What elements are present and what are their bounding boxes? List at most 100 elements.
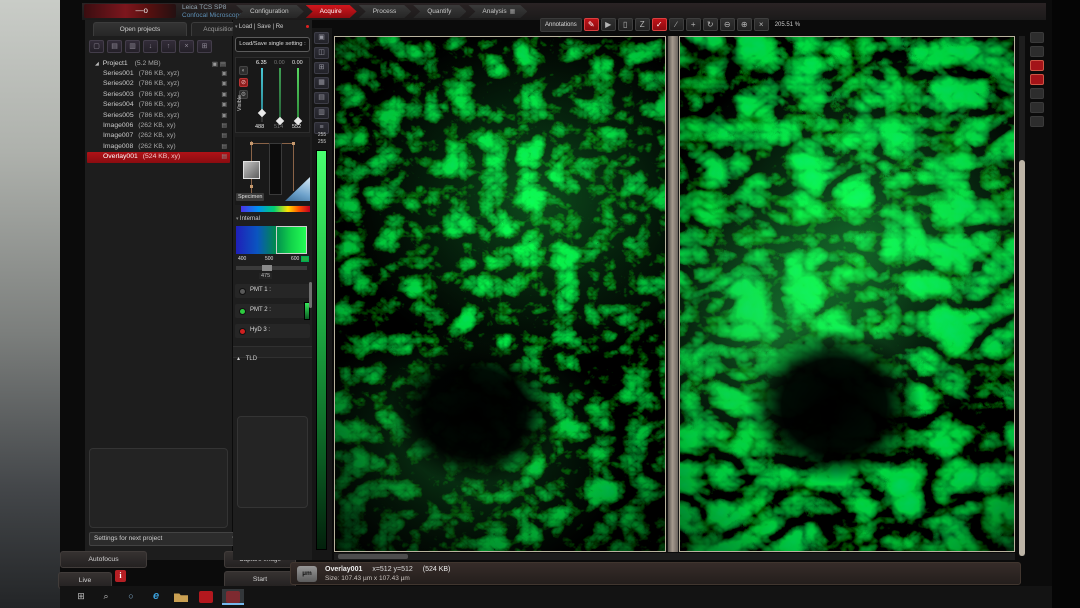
active-app-icon[interactable] bbox=[222, 589, 244, 605]
detector-state-icon[interactable] bbox=[239, 328, 246, 335]
project-tree-item[interactable]: Series002(786 KB, xyz) ▣ bbox=[87, 79, 230, 89]
channels-icon[interactable]: ▤ bbox=[314, 92, 329, 104]
select-annotation-icon[interactable]: ▶ bbox=[601, 18, 616, 31]
detection-spectrum-display[interactable] bbox=[236, 226, 307, 254]
expand-caret-icon[interactable]: ◢ bbox=[95, 61, 99, 67]
file-explorer-icon[interactable] bbox=[172, 589, 190, 605]
detector-row-hyd3[interactable]: HyD 3 : bbox=[235, 324, 310, 338]
project-tree-item[interactable]: Image006(262 KB, xy) ▤ bbox=[87, 121, 230, 131]
gate-slider[interactable] bbox=[236, 266, 307, 270]
project-tree-item[interactable]: Series004(786 KB, xyz) ▣ bbox=[87, 100, 230, 110]
item-type-icon: ▣ bbox=[221, 90, 227, 100]
project-tree-item[interactable]: Series005(786 KB, xyz) ▣ bbox=[87, 111, 230, 121]
start-button-icon[interactable]: ⊞ bbox=[72, 589, 90, 605]
project-root-row[interactable]: ◢ Project1 (5.2 MB) ▣▤ bbox=[87, 58, 230, 69]
load-save-single-setting-button[interactable]: Load/Save single setting : bbox=[235, 37, 310, 52]
z-position-icon[interactable]: Z bbox=[635, 18, 650, 31]
autofocus-button[interactable]: Autofocus bbox=[60, 551, 147, 568]
cortana-icon[interactable]: ○ bbox=[122, 589, 140, 605]
detection-range-selection[interactable] bbox=[276, 226, 307, 254]
draw-annotation-icon[interactable]: ✎ bbox=[584, 18, 599, 31]
project-tree-item[interactable]: Series001(786 KB, xyz) ▣ bbox=[87, 69, 230, 79]
export-icon[interactable]: ↓ bbox=[143, 40, 158, 53]
single-view-icon[interactable]: ▣ bbox=[314, 32, 329, 44]
pan-icon[interactable]: + bbox=[686, 18, 701, 31]
item-type-icon: ▣ bbox=[221, 111, 227, 121]
info-icon[interactable]: i bbox=[115, 570, 126, 582]
internal-section-header[interactable]: ▾ Internal bbox=[236, 216, 260, 222]
viewer-option-4[interactable] bbox=[1030, 102, 1044, 113]
project-tree-item[interactable]: Image008(262 KB, xy) ▤ bbox=[87, 142, 230, 152]
horizontal-scrollbar[interactable] bbox=[338, 554, 408, 559]
fluorescence-image-right[interactable] bbox=[679, 36, 1015, 552]
rotate-icon[interactable]: ↻ bbox=[703, 18, 718, 31]
viewer-option-3[interactable] bbox=[1030, 88, 1044, 99]
viewer-option-5[interactable] bbox=[1030, 116, 1044, 127]
import-icon[interactable]: ↑ bbox=[161, 40, 176, 53]
spectrum-tick: 400 bbox=[238, 256, 246, 262]
save-project-icon[interactable]: ▥ bbox=[125, 40, 140, 53]
annotations-label[interactable]: Annotations bbox=[540, 18, 582, 32]
intensity-lut-bar[interactable] bbox=[316, 150, 327, 550]
viewer-toolbar: Annotations ✎▶▯Z✓∕+↻⊖⊕× 205.51 % bbox=[540, 17, 800, 32]
item-type-icon: ▤ bbox=[221, 152, 227, 162]
laser-wavelength: 488 bbox=[255, 124, 264, 130]
load-save-header[interactable]: ▾ Load | Save | Re bbox=[235, 24, 283, 30]
nav-tab[interactable]: Quantify bbox=[413, 5, 466, 18]
detector-state-icon[interactable] bbox=[239, 308, 246, 315]
new-project-icon[interactable]: ▢ bbox=[89, 40, 104, 53]
laser-lock-icon[interactable]: ⊘ bbox=[239, 78, 248, 87]
status-coords: x=512 y=512 bbox=[372, 566, 412, 573]
tile-view-icon[interactable]: ⊞ bbox=[314, 62, 329, 74]
detector-state-icon[interactable] bbox=[239, 288, 246, 295]
delete-icon[interactable]: × bbox=[179, 40, 194, 53]
project-tree-item[interactable]: Series003(786 KB, xyz) ▣ bbox=[87, 90, 230, 100]
gate-slider-handle[interactable] bbox=[262, 265, 272, 271]
leica-logo: —o bbox=[84, 4, 176, 18]
tld-section-header[interactable]: ▴ TLD bbox=[233, 346, 312, 358]
project-name: Project1 bbox=[103, 60, 128, 67]
beam-path-diagram: Specimen bbox=[235, 137, 310, 205]
zoom-out-icon[interactable]: ⊖ bbox=[720, 18, 735, 31]
scalebar-icon[interactable]: ∕ bbox=[669, 18, 684, 31]
spectrum-strip bbox=[241, 206, 310, 212]
horizontal-scroll-track[interactable] bbox=[334, 553, 1015, 560]
open-project-icon[interactable]: ▤ bbox=[107, 40, 122, 53]
tab-open-projects[interactable]: Open projects bbox=[93, 22, 187, 36]
detector-row-pmt1[interactable]: PMT 1 : bbox=[235, 284, 310, 298]
image-divider[interactable] bbox=[667, 36, 679, 552]
laser-slider-514[interactable] bbox=[279, 68, 281, 122]
laser-slider-552[interactable] bbox=[297, 68, 299, 122]
laser-control-panel: 6.35 0.00 0.00 ◐ ⊘ ⚙ Visible 488 514 552 bbox=[235, 57, 310, 133]
viewer-option-1[interactable] bbox=[1030, 32, 1044, 43]
split-view-icon[interactable]: ◫ bbox=[314, 47, 329, 59]
viewer-option-2[interactable] bbox=[1030, 46, 1044, 57]
lut-icon[interactable]: ▥ bbox=[314, 107, 329, 119]
settings-next-project-dropdown[interactable]: Settings for next project▼ bbox=[89, 532, 242, 546]
specimen-label: Specimen bbox=[236, 193, 264, 201]
project-tree-item[interactable]: Overlay001(524 KB, xy) ▤ bbox=[87, 152, 230, 162]
nav-tab[interactable]: Analysis▦ bbox=[468, 5, 527, 18]
overlay-view-icon[interactable]: ▦ bbox=[314, 77, 329, 89]
fluorescence-image-left[interactable] bbox=[334, 36, 666, 552]
lasx-app-icon[interactable] bbox=[197, 589, 215, 605]
snapshot-icon[interactable] bbox=[1030, 74, 1044, 85]
zoom-in-icon[interactable]: ⊕ bbox=[737, 18, 752, 31]
vertical-scrollbar[interactable] bbox=[1019, 160, 1025, 556]
taskbar-search-icon[interactable]: ⌕ bbox=[97, 589, 115, 605]
apply-annotation-icon[interactable]: ✓ bbox=[652, 18, 667, 31]
project-tree-item[interactable]: Image007(262 KB, xy) ▤ bbox=[87, 131, 230, 141]
laser-slider-488[interactable] bbox=[261, 68, 263, 122]
fit-view-icon[interactable]: × bbox=[754, 18, 769, 31]
detector-row-pmt2[interactable]: PMT 2 : bbox=[235, 304, 310, 318]
shutter-icon[interactable]: ◐ bbox=[239, 66, 248, 75]
delete-annotation-icon[interactable]: ▯ bbox=[618, 18, 633, 31]
unit-micron-button[interactable]: µm bbox=[297, 566, 317, 582]
record-icon[interactable] bbox=[1030, 60, 1044, 71]
nav-tab[interactable]: Acquire bbox=[306, 5, 357, 18]
view-grid-icon[interactable]: ⊞ bbox=[197, 40, 212, 53]
nav-tab[interactable]: Configuration bbox=[236, 5, 304, 18]
nav-tab[interactable]: Process bbox=[359, 5, 411, 18]
channel-color-chip[interactable] bbox=[301, 256, 309, 262]
edge-browser-icon[interactable]: e bbox=[147, 589, 165, 605]
